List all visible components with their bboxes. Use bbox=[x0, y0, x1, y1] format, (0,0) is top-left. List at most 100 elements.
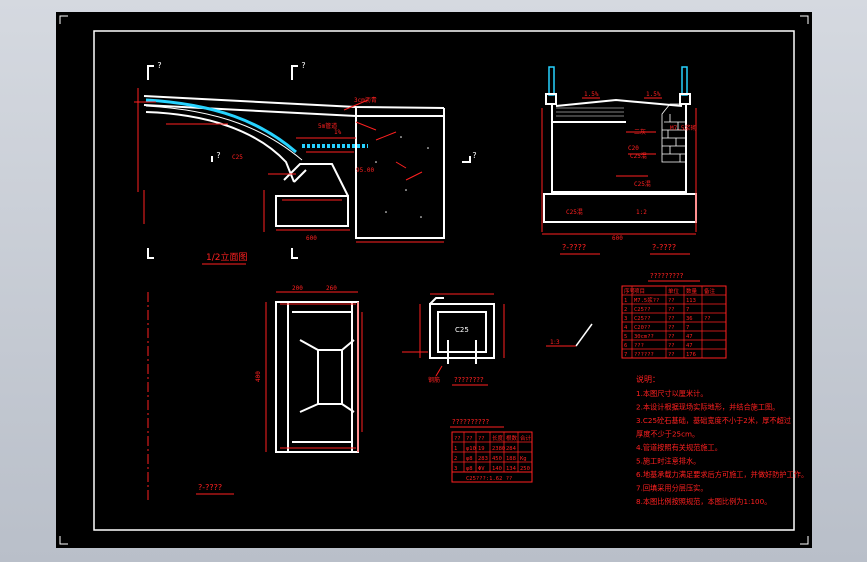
qty-table-cell: 176 bbox=[686, 352, 696, 358]
xs-base-ratio: 1:2 bbox=[636, 209, 647, 216]
qty-table-cell: 4 bbox=[624, 325, 628, 331]
rebar-table-cell: 188 bbox=[506, 456, 516, 462]
note-line: 2.本设计根据现场实际地形，并结合施工图。 bbox=[636, 403, 779, 412]
elevation-title: 1/2立面图 bbox=[206, 251, 248, 263]
notes-heading: 说明： bbox=[636, 374, 660, 384]
qty-table-cell: C20?? bbox=[634, 325, 651, 331]
qty-table-header-cell: 项目 bbox=[634, 288, 645, 295]
fill-hatch bbox=[556, 107, 624, 117]
xs-c20: C20 bbox=[628, 145, 639, 152]
qty-table-cell: 7 bbox=[686, 325, 689, 331]
rebar-table-header-cell: 长度 bbox=[492, 434, 504, 442]
xs-title-left: ?-???? bbox=[562, 243, 586, 252]
xs-width: 600 bbox=[612, 235, 623, 242]
rebar-table-cell: 1 bbox=[454, 446, 457, 452]
plan-view: 200 260 400 ?-???? bbox=[147, 285, 363, 502]
qty-table-cell: C25?? bbox=[634, 307, 651, 313]
qty-table-cell: ?? bbox=[668, 334, 675, 340]
section-marker-d: ? bbox=[472, 151, 477, 160]
qty-table-cell: 30cm?? bbox=[634, 334, 654, 340]
qty-table-cell: ?? bbox=[668, 352, 675, 358]
note-line: 8.本图比例按照规范，本图比例为1:100。 bbox=[636, 497, 771, 506]
bottom-dim: 600 bbox=[306, 235, 317, 242]
qty-table-cell: ?? bbox=[668, 325, 675, 331]
rebar-table-cell: φ8 bbox=[466, 456, 473, 462]
box-title: ???????? bbox=[454, 376, 484, 384]
c25-note: C25 bbox=[232, 154, 243, 161]
qty-table-cell: ?? bbox=[668, 307, 675, 313]
qty-table-cell: ?? bbox=[704, 316, 711, 322]
deck-note: 3cm沥青 bbox=[354, 96, 377, 104]
plan-dim-left: 400 bbox=[255, 371, 262, 382]
rebar-table-cell: 140 bbox=[492, 466, 502, 472]
rebar-table-header-cell: ?? bbox=[478, 436, 485, 442]
elevation-view: ? ? ? ? 3cm沥青 1% 5m管道 C25 95.00 600 1/2立… bbox=[134, 61, 477, 265]
note-line: 6.地基承载力满足要求后方可施工，并做好防护工作。 bbox=[636, 470, 808, 479]
xs-slope-left: 1.5% bbox=[584, 91, 599, 98]
rebar-table-title: ?????????? bbox=[452, 418, 489, 426]
note-line: 1.本图尺寸以厘米计。 bbox=[636, 389, 708, 398]
qty-table-header-cell: 备注 bbox=[704, 287, 716, 295]
rebar-table-cell: 283 bbox=[478, 456, 488, 462]
rebar-table-cell: Kg bbox=[520, 456, 527, 462]
qty-table-cell: 36 bbox=[686, 316, 693, 322]
qty-table-cell: 7 bbox=[686, 307, 689, 313]
xs-slope-right: 1.5% bbox=[646, 91, 661, 98]
xs-c25-base: C25混 bbox=[566, 208, 583, 216]
box-section-detail: C25 钢筋 ???????? 1:3 bbox=[402, 293, 593, 386]
stone-hatch bbox=[661, 103, 687, 163]
rebar-table: ?????????? ?????? 长度 根数 合计 1 φ10 19 2380 284 2 φ8 2… bbox=[450, 418, 533, 483]
qty-table-cell: ?????? bbox=[634, 352, 654, 358]
qty-table-title: ????????? bbox=[650, 272, 684, 280]
rebar-table-header-cell: 合计 bbox=[520, 434, 532, 442]
qty-table-cell: C25?? bbox=[634, 316, 651, 322]
section-marker-b: ? bbox=[301, 61, 306, 70]
rebar-table-cell: 19 bbox=[478, 446, 485, 452]
cad-drawing: ? ? ? ? 3cm沥青 1% 5m管道 C25 95.00 600 1/2立… bbox=[59, 15, 809, 545]
section-marker-c: ? bbox=[216, 151, 221, 160]
qty-table-header-cell: 数量 bbox=[686, 287, 698, 295]
rebar-table-cell: 2380 bbox=[492, 446, 505, 452]
section-marker-a: ? bbox=[157, 61, 162, 70]
qty-table-cell: 2 bbox=[624, 307, 627, 313]
qty-table-cell: M7.5浆?? bbox=[634, 296, 659, 304]
note-line: 4.管道按照有关规范施工。 bbox=[636, 443, 722, 452]
rebar-table-cell: 3 bbox=[454, 466, 457, 472]
level-note: 95.00 bbox=[356, 167, 374, 174]
slope-note: 1% bbox=[334, 129, 342, 136]
rebar-table-header-cell: 根数 bbox=[506, 434, 518, 442]
quantity-table: ????????? 序号项目 单位 数量 备注1 M7.5浆???? 1132 C25???… bbox=[621, 272, 727, 359]
rebar-table-header-cell: ?? bbox=[454, 436, 461, 442]
note-line: 5.施工时注意排水。 bbox=[636, 457, 700, 466]
rebar-table-cell: φ8 bbox=[466, 466, 473, 472]
rebar-table-cell: 284 bbox=[506, 446, 517, 452]
note-line: 3.C25砼石基础，基础宽度不小于2米，厚不超过 bbox=[636, 416, 791, 425]
rebar-table-cell: 250 bbox=[520, 466, 530, 472]
xs-c25-lower: C25混 bbox=[634, 180, 651, 188]
box-note-left: 钢筋 bbox=[428, 376, 440, 384]
qty-table-header-cell: 单位 bbox=[668, 287, 680, 295]
xs-stone: M7.5浆砌 bbox=[670, 124, 696, 132]
rebar-table-cell: 450 bbox=[492, 456, 502, 462]
slope-mark: 1:3 bbox=[550, 339, 560, 346]
rebar-table-cell: 134 bbox=[506, 466, 517, 472]
qty-table-cell: 7 bbox=[624, 352, 627, 358]
design-notes: 说明： 1.本图尺寸以厘米计。 2.本设计根据现场实际地形，并结合施工图。 3.C2… bbox=[636, 374, 808, 506]
plan-title: ?-???? bbox=[198, 483, 222, 492]
qty-table-cell: 6 bbox=[624, 343, 627, 349]
rebar-table-footer: C25???:1.62 ?? bbox=[466, 476, 512, 482]
rebar-table-cell: φ10 bbox=[466, 446, 476, 452]
qty-table-cell: 1 bbox=[624, 298, 627, 304]
drawing-sheet: ? ? ? ? 3cm沥青 1% 5m管道 C25 95.00 600 1/2立… bbox=[56, 12, 812, 548]
rebar-table-header-cell: ?? bbox=[466, 436, 473, 442]
qty-table-cell: 113 bbox=[686, 298, 696, 304]
plan-dim-top2: 260 bbox=[326, 285, 337, 292]
note-line: 厚度不少于25cm。 bbox=[636, 430, 699, 439]
qty-table-cell: 5 bbox=[624, 334, 627, 340]
xs-fill: 二灰 bbox=[634, 128, 646, 136]
box-c25-label: C25 bbox=[455, 326, 469, 334]
xs-title-right: ?-???? bbox=[652, 243, 676, 252]
pipe-note: 5m管道 bbox=[318, 122, 337, 130]
qty-table-cell: ??? bbox=[634, 343, 644, 349]
cross-section-view: 1.5% 1.5% 二灰 M7.5浆砌 C20 C25混 C25混 C25混 1… bbox=[541, 66, 697, 255]
